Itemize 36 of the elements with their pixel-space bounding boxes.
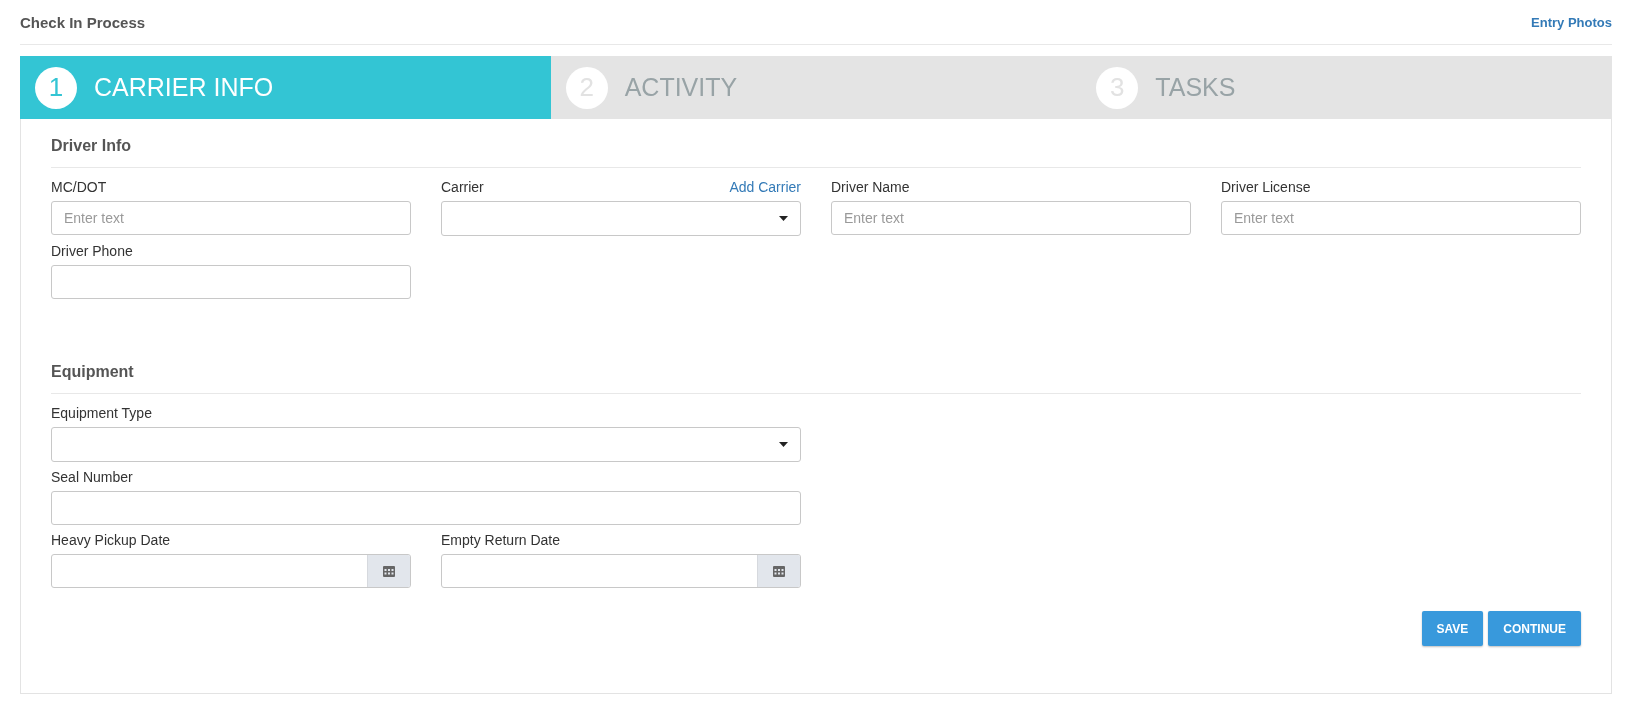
step-number: 1 <box>35 66 77 109</box>
calendar-button[interactable] <box>367 555 410 587</box>
date-field[interactable] <box>51 554 411 588</box>
input-field[interactable] <box>51 265 411 299</box>
field-label: MC/DOT <box>51 178 107 197</box>
field-label: Equipment Type <box>51 404 152 423</box>
step-label: CARRIER INFO <box>94 73 274 102</box>
section-title: Equipment <box>51 345 1581 394</box>
field-label: Driver Phone <box>51 242 133 261</box>
select-field[interactable] <box>441 201 801 236</box>
caret-icon <box>779 216 788 221</box>
field-label: Carrier <box>441 178 484 197</box>
date-field[interactable] <box>441 554 801 588</box>
input-field[interactable]: Enter text <box>831 201 1191 235</box>
input-field[interactable]: Enter text <box>1221 201 1581 235</box>
field-label: Empty Return Date <box>441 531 561 550</box>
field-label: Seal Number <box>51 468 133 487</box>
step-label: TASKS <box>1155 73 1236 102</box>
step-label: ACTIVITY <box>624 73 738 102</box>
calendar-icon <box>383 565 395 577</box>
input-field[interactable] <box>51 491 801 525</box>
calendar-button[interactable] <box>757 555 800 587</box>
input-field[interactable]: Enter text <box>51 201 411 235</box>
section-title: Driver Info <box>51 119 1581 168</box>
field-label: Driver License <box>1221 178 1311 197</box>
select-field[interactable] <box>51 427 801 462</box>
calendar-icon <box>773 565 785 577</box>
step-tab[interactable]: 1 CARRIER INFO <box>20 56 551 119</box>
entry-photos-link[interactable]: Entry Photos <box>1531 14 1612 30</box>
field-label: Driver Name <box>831 178 910 197</box>
action-button[interactable]: SAVE <box>1421 611 1484 646</box>
page-title: Check In Process <box>20 13 146 31</box>
field-label: Heavy Pickup Date <box>51 531 171 550</box>
caret-icon <box>779 442 788 447</box>
action-button[interactable]: CONTINUE <box>1488 611 1581 646</box>
add-link[interactable]: Add Carrier <box>729 179 801 195</box>
